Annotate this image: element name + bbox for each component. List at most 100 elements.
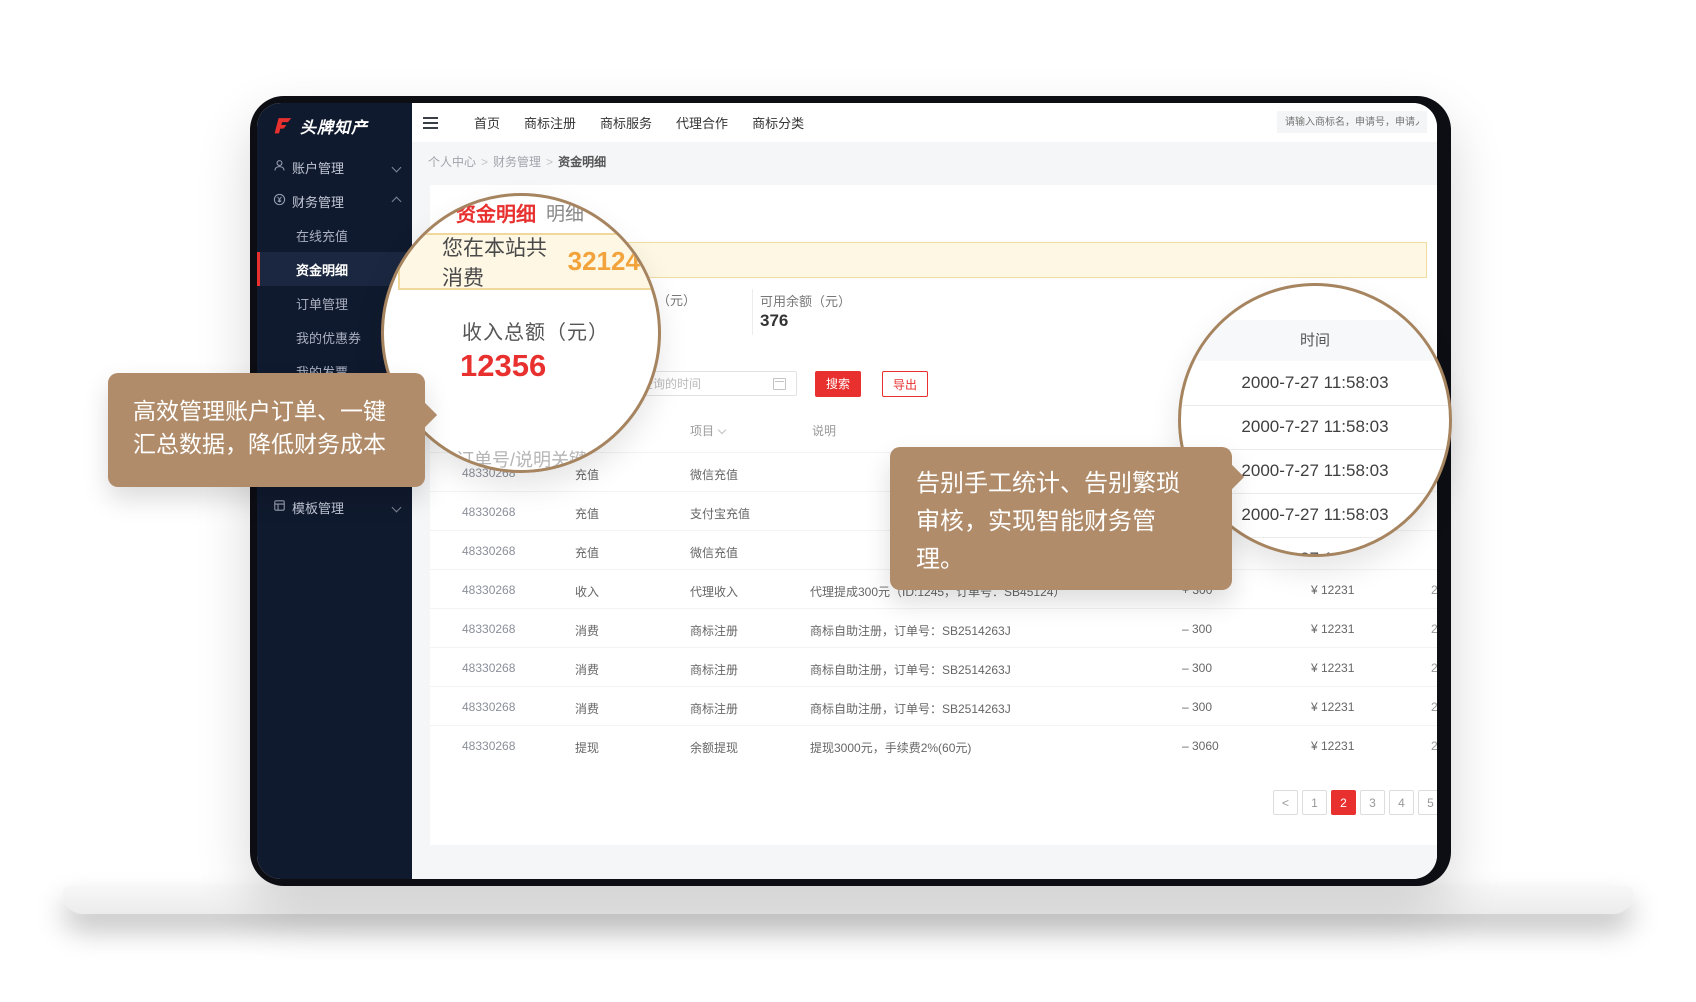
nav-item-代理合作[interactable]: 代理合作 <box>676 113 728 132</box>
cell-description: 商标自助注册，订单号：SB2514263J <box>810 700 1170 717</box>
sidebar-item-label: 账户管理 <box>292 158 344 177</box>
magnified-time-header: 时间 <box>1181 320 1449 361</box>
cell-amount: – 300 <box>1182 700 1212 714</box>
cell-project: 微信充值 <box>690 544 738 561</box>
sidebar-item-账户管理[interactable]: 账户管理 <box>257 150 412 184</box>
callout-right-line: 理。 <box>916 541 1232 579</box>
cell-order-no: 48330268 <box>462 583 515 597</box>
pagination-page-3[interactable]: 3 <box>1360 790 1385 815</box>
callout-right-line: 审核，实现智能财务管 <box>916 503 1232 541</box>
sidebar-item-label: 资金明细 <box>296 260 348 279</box>
pagination-prev-button[interactable]: < <box>1273 790 1298 815</box>
cell-order-no: 48330268 <box>462 739 515 753</box>
logo[interactable]: 头牌知产 <box>257 103 412 148</box>
sidebar-item-label: 订单管理 <box>296 294 348 313</box>
magnified-income-label: 收入总额（元） <box>462 316 609 345</box>
cell-type: 消费 <box>575 700 599 717</box>
sidebar-item-label: 财务管理 <box>292 192 344 211</box>
chevron-down-icon <box>392 162 402 172</box>
magnified-notice: 您在本站共消费 32124 大 820 元 <box>398 233 661 290</box>
chevron-down-icon <box>392 502 402 512</box>
sidebar-item-资金明细[interactable]: 资金明细 <box>257 252 412 286</box>
cell-type: 消费 <box>575 661 599 678</box>
cell-project: 支付宝充值 <box>690 505 750 522</box>
cell-type: 收入 <box>575 583 599 600</box>
cell-type: 充值 <box>575 505 599 522</box>
table-row: 48330268提现余额提现提现3000元，手续费2%(60元)– 3060¥ … <box>430 725 1437 765</box>
cell-amount: – 300 <box>1182 661 1212 675</box>
nav-item-商标服务[interactable]: 商标服务 <box>600 113 652 132</box>
cell-type: 充值 <box>575 544 599 561</box>
cell-project: 商标注册 <box>690 661 738 678</box>
breadcrumb-item[interactable]: 财务管理 <box>493 155 541 169</box>
stat-divider <box>752 289 753 335</box>
cell-type: 提现 <box>575 739 599 756</box>
callout-right-line: 告别手工统计、告别繁琐 <box>916 465 1232 503</box>
nav-item-首页[interactable]: 首页 <box>474 113 500 132</box>
cell-amount: – 300 <box>1182 622 1212 636</box>
pagination-page-1[interactable]: 1 <box>1302 790 1327 815</box>
table-row: 48330268 消费 商标注册 商标自助注册，订单号：SB2514263J – 300… <box>430 647 1437 687</box>
cell-description: 商标自助注册，订单号：SB2514263J <box>810 661 1170 678</box>
user-icon <box>273 159 286 175</box>
stat-expense-label-fragment: （元） <box>657 290 696 309</box>
cell-time-clipped: 2 <box>1431 700 1437 714</box>
column-header-project[interactable]: 项目 <box>690 422 725 439</box>
template-icon <box>273 499 286 515</box>
sidebar-item-在线充值[interactable]: 在线充值 <box>257 218 412 252</box>
callout-right: 告别手工统计、告别繁琐审核，实现智能财务管理。 <box>890 447 1232 590</box>
callout-left-line: 高效管理账户订单、一键 <box>133 395 425 428</box>
cell-project: 商标注册 <box>690 622 738 639</box>
magnified-keyword-placeholder: 订单号/说明关键字 <box>456 446 605 472</box>
breadcrumb-item[interactable]: 资金明细 <box>558 155 606 169</box>
column-header-desc: 说明 <box>812 422 836 439</box>
cell-time-clipped: 2 <box>1431 622 1437 636</box>
sidebar-item-财务管理[interactable]: 财务管理 <box>257 184 412 218</box>
pagination-page-4[interactable]: 4 <box>1389 790 1414 815</box>
pagination-page-5[interactable]: 5 <box>1418 790 1437 815</box>
page: 头牌知产 账户管理财务管理在线充值资金明细订单管理我的优惠券我的发票模板管理 首… <box>0 0 1696 1002</box>
cell-time-clipped: 2 <box>1431 661 1437 675</box>
nav-item-商标注册[interactable]: 商标注册 <box>524 113 576 132</box>
magnified-tab-fragment: 明细 <box>546 199 584 226</box>
cell-order-no: 48330268 <box>462 700 515 714</box>
cell-time-clipped: 2 <box>1431 583 1437 597</box>
export-button[interactable]: 导出 <box>882 371 928 397</box>
cell-balance: ¥ 12231 <box>1311 700 1354 714</box>
cell-time-clipped: 2 <box>1431 739 1437 753</box>
search-button[interactable]: 搜索 <box>815 371 861 397</box>
magnified-tab-active: 资金明细 <box>456 198 536 227</box>
breadcrumb-separator: > <box>481 155 488 169</box>
cell-project: 余额提现 <box>690 739 738 756</box>
breadcrumb: 个人中心 > 财务管理 > 资金明细 <box>428 153 606 170</box>
nav-item-商标分类[interactable]: 商标分类 <box>752 113 804 132</box>
cell-type: 消费 <box>575 622 599 639</box>
sidebar: 头牌知产 账户管理财务管理在线充值资金明细订单管理我的优惠券我的发票模板管理 <box>257 103 412 879</box>
sidebar-item-模板管理[interactable]: 模板管理 <box>257 490 412 524</box>
breadcrumb-separator: > <box>546 155 553 169</box>
menu-icon[interactable] <box>423 114 438 132</box>
table-row: 48330268消费商标注册商标自助注册，订单号：SB2514263J– 300… <box>430 686 1437 726</box>
callout-left-line: 汇总数据，降低财务成本 <box>133 428 425 461</box>
magnified-time-row: 2000-7-27 11:58:03 <box>1181 361 1449 406</box>
cell-order-no: 48330268 <box>462 622 515 636</box>
top-nav-menu: 首页 商标注册 商标服务 代理合作 商标分类 <box>474 113 804 132</box>
stat-balance-value: 376 <box>760 311 788 331</box>
topbar: 首页 商标注册 商标服务 代理合作 商标分类 <box>412 103 1437 143</box>
logo-text: 头牌知产 <box>300 114 368 138</box>
finance-icon <box>273 193 286 209</box>
notice-amount: 32124 <box>568 246 640 277</box>
cell-description: 商标自助注册，订单号：SB2514263J <box>810 622 1170 639</box>
cell-amount: – 3060 <box>1182 739 1219 753</box>
cell-order-no: 48330268 <box>462 661 515 675</box>
cell-balance: ¥ 12231 <box>1311 661 1354 675</box>
calendar-icon[interactable] <box>773 378 786 390</box>
cell-project: 微信充值 <box>690 466 738 483</box>
pagination-page-2[interactable]: 2 <box>1331 790 1356 815</box>
sidebar-item-label: 在线充值 <box>296 226 348 245</box>
breadcrumb-item[interactable]: 个人中心 <box>428 155 476 169</box>
callout-left: 高效管理账户订单、一键汇总数据，降低财务成本 <box>108 373 425 487</box>
cell-balance: ¥ 12231 <box>1311 739 1354 753</box>
trademark-search-input[interactable] <box>1277 111 1427 133</box>
sidebar-item-label: 模板管理 <box>292 498 344 517</box>
